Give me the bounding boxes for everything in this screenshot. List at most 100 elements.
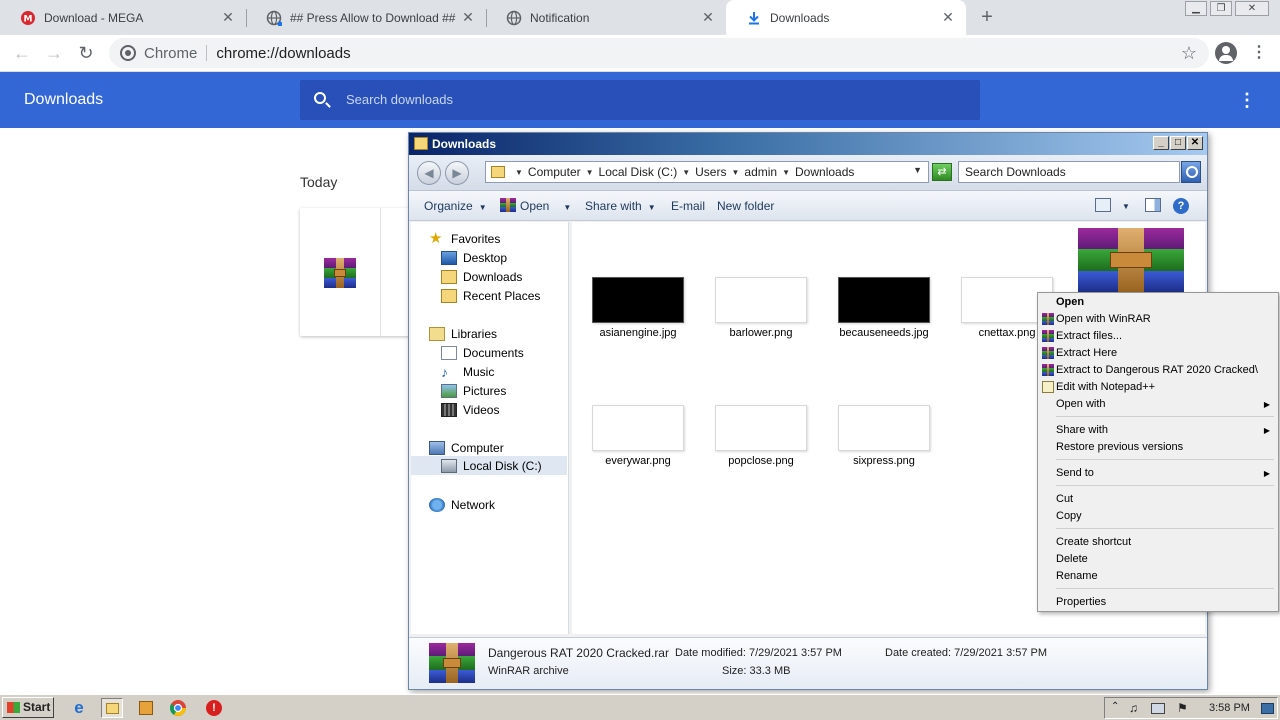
menu-item-open-with-winrar[interactable]: Open with WinRAR — [1038, 311, 1278, 328]
chevron-down-icon[interactable]: ▼ — [682, 168, 690, 177]
chevron-down-icon[interactable]: ▼ — [586, 168, 594, 177]
file-name[interactable]: asianengine.jpg — [583, 327, 693, 339]
file-name[interactable]: barlower.png — [706, 327, 816, 339]
refresh-icon[interactable]: ⇄ — [932, 163, 952, 181]
file-name[interactable]: sixpress.png — [829, 455, 939, 467]
chrome-menu-icon[interactable]: ⋮ — [1250, 42, 1268, 64]
action-center-flag-icon[interactable]: ⚑ — [1177, 701, 1188, 715]
menu-item-create-shortcut[interactable]: Create shortcut — [1038, 534, 1278, 551]
reload-button[interactable]: ↻ — [73, 41, 99, 67]
menu-item-properties[interactable]: Properties — [1038, 594, 1278, 611]
tab-mega[interactable]: M Download - MEGA ✕ — [0, 0, 246, 35]
nav-documents[interactable]: Documents — [441, 346, 524, 360]
maximize-icon[interactable]: □ — [1170, 136, 1186, 150]
explorer-search-input[interactable]: Search Downloads — [958, 161, 1180, 183]
new-tab-button[interactable]: + — [976, 7, 998, 29]
breadcrumb-item[interactable]: Downloads — [795, 165, 854, 179]
minimize-icon[interactable]: _ — [1153, 136, 1169, 150]
clock[interactable]: 3:58 PM — [1209, 702, 1250, 714]
minimize-icon[interactable]: ▁ — [1185, 1, 1207, 16]
breadcrumb-item[interactable]: Computer — [528, 165, 581, 179]
menu-item-delete[interactable]: Delete — [1038, 551, 1278, 568]
tab-downloads[interactable]: Downloads ✕ — [726, 0, 966, 35]
more-actions-icon[interactable]: ⋮ — [1238, 89, 1256, 111]
menu-item-edit-notepad[interactable]: Edit with Notepad++ — [1038, 379, 1278, 396]
breadcrumb-item[interactable]: admin — [744, 165, 777, 179]
forward-button[interactable]: ▶ — [445, 161, 469, 185]
stop-sign-icon[interactable]: ! — [203, 698, 225, 718]
media-player-icon[interactable] — [135, 698, 157, 718]
preview-pane-icon[interactable] — [1145, 198, 1161, 212]
nav-computer[interactable]: Computer — [429, 441, 504, 455]
file-name[interactable]: becauseneeds.jpg — [829, 327, 939, 339]
back-button[interactable]: ◀ — [417, 161, 441, 185]
file-thumbnail[interactable] — [592, 277, 684, 323]
nav-libraries[interactable]: Libraries — [429, 327, 497, 341]
nav-local-disk[interactable]: Local Disk (C:) — [411, 456, 567, 475]
file-name[interactable]: everywar.png — [583, 455, 693, 467]
new-folder-button[interactable]: New folder — [717, 199, 774, 213]
search-icon[interactable] — [1181, 161, 1201, 183]
tray-expand-icon[interactable]: ⌃ — [1111, 701, 1119, 712]
menu-item-open[interactable]: Open — [1038, 294, 1278, 311]
change-view-icon[interactable] — [1095, 198, 1111, 212]
nav-desktop[interactable]: Desktop — [441, 251, 507, 265]
nav-music[interactable]: ♪ Music — [441, 365, 494, 379]
downloads-search-input[interactable]: Search downloads — [300, 80, 980, 120]
close-window-icon[interactable]: ✕ — [1187, 136, 1203, 150]
chrome-icon[interactable] — [167, 698, 189, 718]
nav-network[interactable]: Network — [429, 498, 495, 512]
organize-button[interactable]: Organize ▼ — [424, 199, 487, 213]
show-desktop-icon[interactable] — [1261, 703, 1274, 714]
chevron-down-icon[interactable]: ▼ — [731, 168, 739, 177]
menu-item-cut[interactable]: Cut — [1038, 491, 1278, 508]
file-thumbnail[interactable] — [715, 277, 807, 323]
file-thumbnail[interactable] — [838, 405, 930, 451]
address-bar[interactable]: Chrome chrome://downloads ☆ — [109, 38, 1209, 68]
menu-item-rename[interactable]: Rename — [1038, 568, 1278, 585]
forward-button[interactable]: → — [41, 41, 67, 67]
breadcrumb-item[interactable]: Local Disk (C:) — [599, 165, 678, 179]
winrar-file-thumbnail[interactable] — [1078, 228, 1184, 292]
bookmark-star-icon[interactable]: ☆ — [1179, 43, 1199, 63]
file-name[interactable]: popclose.png — [706, 455, 816, 467]
menu-item-open-with[interactable]: Open with ▶ — [1038, 396, 1278, 413]
chevron-down-icon[interactable]: ▼ — [782, 168, 790, 177]
close-window-icon[interactable]: ✕ — [1235, 1, 1269, 16]
chevron-down-icon[interactable]: ▼ — [515, 168, 523, 177]
menu-item-share-with[interactable]: Share with ▶ — [1038, 422, 1278, 439]
explorer-taskbar-button[interactable] — [101, 698, 123, 718]
start-button[interactable]: Start — [2, 697, 54, 718]
back-button[interactable]: ← — [9, 41, 35, 67]
view-dropdown-icon[interactable]: ▼ — [1122, 202, 1130, 211]
close-tab-icon[interactable]: ✕ — [460, 9, 476, 25]
file-thumbnail[interactable] — [715, 405, 807, 451]
nav-downloads[interactable]: Downloads — [441, 270, 522, 284]
restore-icon[interactable]: ❐ — [1210, 1, 1232, 16]
tab-notification[interactable]: Notification ✕ — [486, 0, 726, 35]
breadcrumb-item[interactable]: Users — [695, 165, 726, 179]
menu-item-copy[interactable]: Copy — [1038, 508, 1278, 525]
nav-videos[interactable]: Videos — [441, 403, 499, 417]
nav-recent-places[interactable]: Recent Places — [441, 289, 540, 303]
help-icon[interactable]: ? — [1173, 198, 1189, 214]
close-tab-icon[interactable]: ✕ — [700, 9, 716, 25]
email-button[interactable]: E-mail — [671, 199, 705, 213]
menu-item-extract-files[interactable]: Extract files... — [1038, 328, 1278, 345]
close-tab-icon[interactable]: ✕ — [940, 9, 956, 25]
breadcrumb[interactable]: ▼ Computer ▼ Local Disk (C:) ▼ Users ▼ a… — [485, 161, 929, 183]
menu-item-restore-versions[interactable]: Restore previous versions — [1038, 439, 1278, 456]
open-button[interactable]: Open ▼ — [520, 199, 571, 213]
menu-item-extract-to[interactable]: Extract to Dangerous RAT 2020 Cracked\ — [1038, 362, 1278, 379]
network-tray-icon[interactable] — [1151, 703, 1165, 714]
volume-icon[interactable]: ♫ — [1129, 701, 1138, 715]
history-dropdown-icon[interactable]: ▼ — [913, 165, 922, 175]
share-with-button[interactable]: Share with ▼ — [585, 199, 656, 213]
profile-avatar-icon[interactable] — [1215, 42, 1237, 64]
file-thumbnail[interactable] — [838, 277, 930, 323]
file-thumbnail[interactable] — [592, 405, 684, 451]
explorer-titlebar[interactable]: Downloads _ □ ✕ — [409, 133, 1207, 155]
close-tab-icon[interactable]: ✕ — [220, 9, 236, 25]
menu-item-send-to[interactable]: Send to ▶ — [1038, 465, 1278, 482]
nav-pictures[interactable]: Pictures — [441, 384, 506, 398]
